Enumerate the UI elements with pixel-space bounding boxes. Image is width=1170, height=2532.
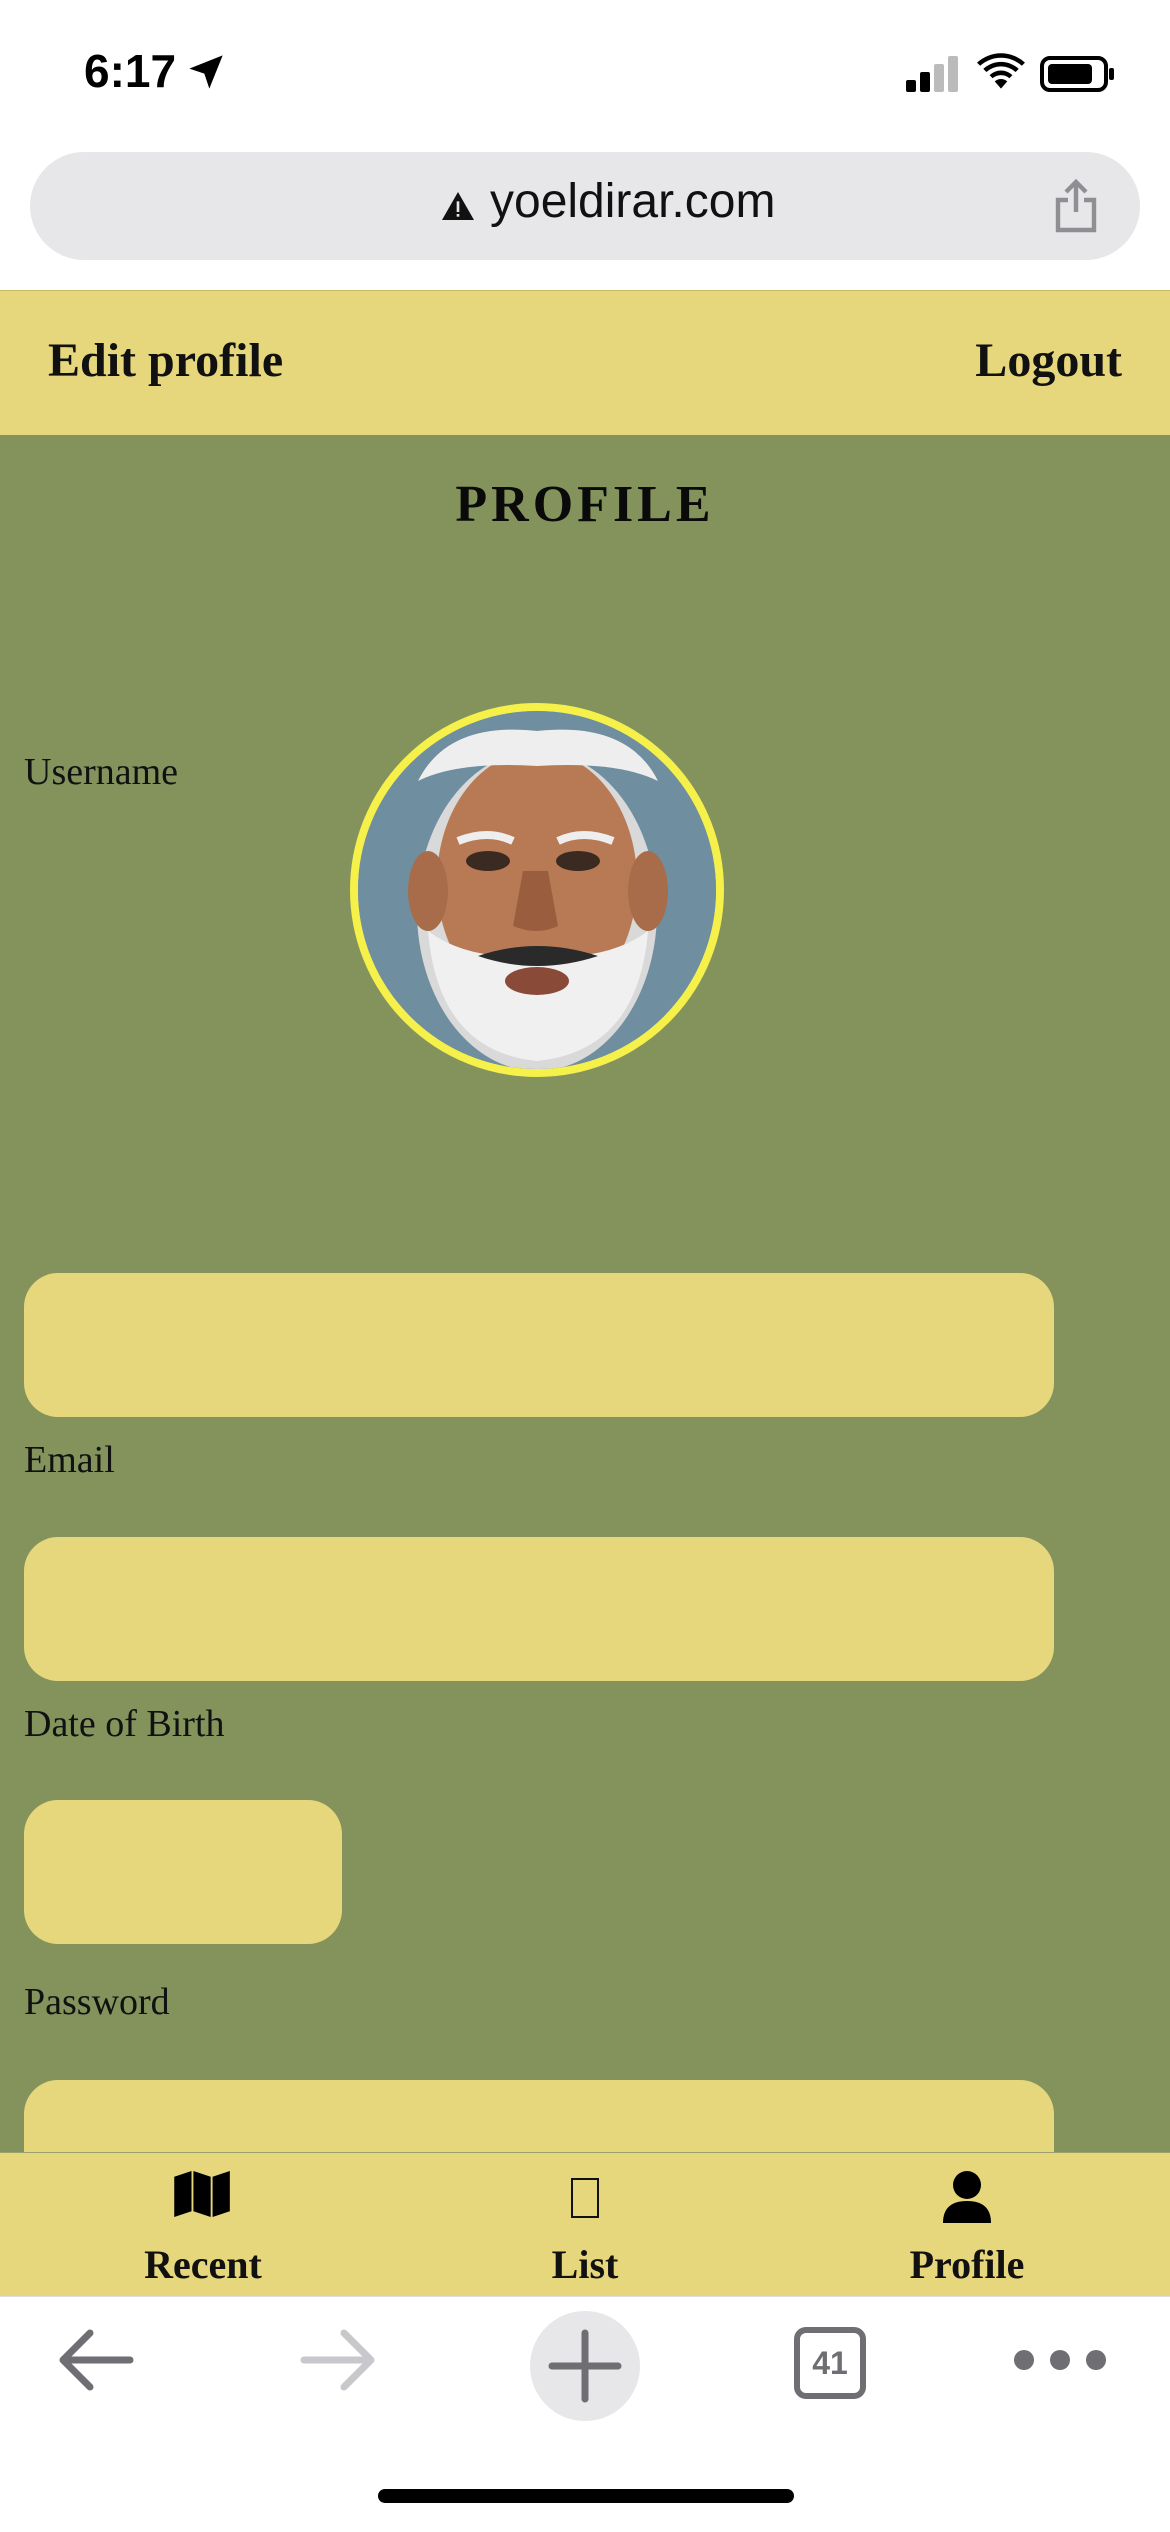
home-indicator xyxy=(378,2489,794,2503)
nav-profile-label: Profile xyxy=(909,2242,1025,2287)
avatar xyxy=(350,703,724,1077)
back-arrow-icon[interactable] xyxy=(58,2327,134,2393)
page-title: PROFILE xyxy=(455,476,715,533)
email-input[interactable] xyxy=(24,1537,1054,1681)
url-text: yoeldirar.com xyxy=(490,175,776,228)
dob-input[interactable] xyxy=(24,1800,342,1944)
email-label: Email xyxy=(24,1439,115,1481)
list-icon xyxy=(571,2178,599,2218)
wifi-icon xyxy=(977,53,1025,89)
avatar-portrait xyxy=(358,711,716,1069)
address-bar[interactable]: yoeldirar.com xyxy=(30,152,1140,260)
dob-label: Date of Birth xyxy=(24,1703,225,1745)
status-time: 6:17 xyxy=(84,45,177,97)
plus-icon xyxy=(548,2329,622,2403)
nav-recent-label: Recent xyxy=(144,2242,262,2287)
password-label: Password xyxy=(24,1981,170,2023)
battery-icon xyxy=(1040,56,1114,92)
tabs-button[interactable]: 41 xyxy=(794,2327,866,2399)
logout-link[interactable]: Logout xyxy=(975,333,1122,388)
nav-list[interactable]: List xyxy=(460,2153,710,2297)
more-icon[interactable] xyxy=(1010,2347,1110,2373)
user-icon xyxy=(943,2171,991,2223)
map-icon xyxy=(174,2171,230,2217)
username-input[interactable] xyxy=(24,1273,1054,1417)
status-bar: 6:17 xyxy=(0,0,1170,140)
bottom-nav: Recent List Profile xyxy=(0,2152,1170,2296)
signal-icon xyxy=(906,56,958,92)
app-header: Edit profile Logout xyxy=(0,290,1170,435)
profile-main: PROFILE Username Email Date of Birth Pas… xyxy=(0,435,1170,2152)
nav-list-label: List xyxy=(551,2242,619,2287)
share-icon[interactable] xyxy=(1052,178,1100,234)
location-arrow-icon xyxy=(189,55,223,89)
nav-profile[interactable]: Profile xyxy=(842,2153,1092,2297)
nav-recent[interactable]: Recent xyxy=(78,2153,328,2297)
username-label: Username xyxy=(24,751,179,793)
new-tab-button[interactable] xyxy=(530,2311,640,2421)
edit-profile-link[interactable]: Edit profile xyxy=(48,333,283,388)
warning-icon xyxy=(442,192,474,220)
forward-arrow-icon[interactable] xyxy=(300,2327,376,2393)
password-input[interactable] xyxy=(24,2080,1054,2152)
